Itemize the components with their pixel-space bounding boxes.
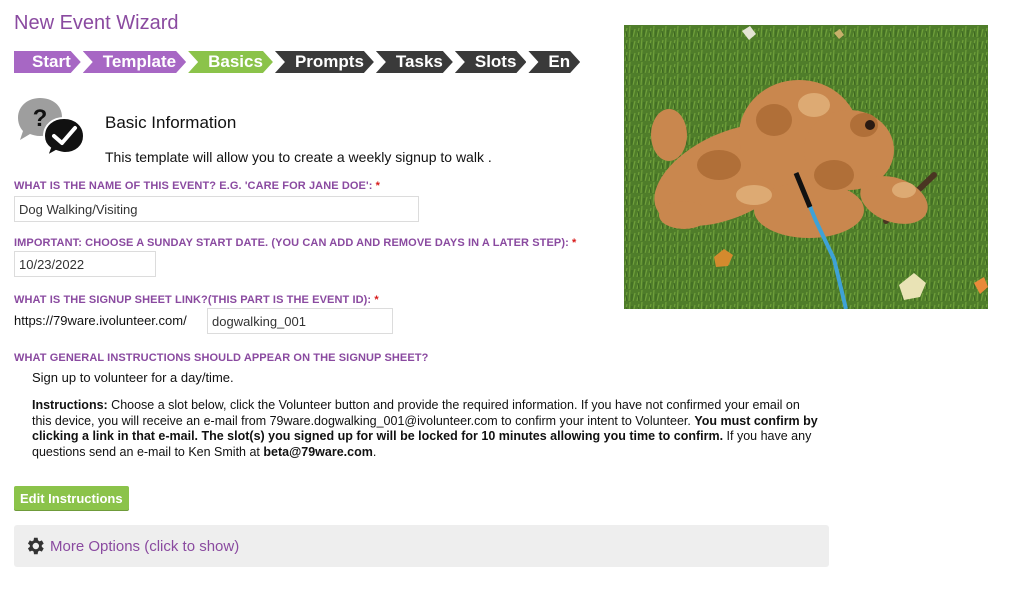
wizard-steps: Start Template Basics Prompts Tasks Slot… bbox=[14, 51, 626, 73]
wizard-step-prompts[interactable]: Prompts bbox=[275, 51, 374, 73]
required-marker: * bbox=[572, 237, 577, 249]
contact-email: beta@79ware.com bbox=[263, 444, 373, 459]
wizard-step-end[interactable]: En bbox=[528, 51, 580, 73]
start-date-input[interactable] bbox=[14, 251, 156, 277]
instructions-summary: Sign up to volunteer for a day/time. bbox=[32, 370, 234, 385]
wizard-step-basics[interactable]: Basics bbox=[188, 51, 273, 73]
event-name-input[interactable] bbox=[14, 196, 419, 222]
dog-photo bbox=[624, 25, 988, 309]
required-marker: * bbox=[374, 294, 379, 306]
event-name-label: WHAT IS THE NAME OF THIS EVENT? E.G. 'CA… bbox=[14, 180, 381, 192]
page-title: New Event Wizard bbox=[14, 12, 179, 34]
question-check-icon: ? bbox=[18, 98, 86, 158]
required-marker: * bbox=[375, 180, 381, 192]
event-id-input[interactable] bbox=[207, 308, 393, 334]
gear-icon bbox=[27, 537, 44, 555]
wizard-step-slots[interactable]: Slots bbox=[455, 51, 527, 73]
wizard-step-tasks[interactable]: Tasks bbox=[376, 51, 453, 73]
signup-link-label: WHAT IS THE SIGNUP SHEET LINK?(THIS PART… bbox=[14, 294, 379, 306]
edit-instructions-button[interactable]: Edit Instructions bbox=[14, 486, 129, 510]
wizard-step-template[interactable]: Template bbox=[83, 51, 186, 73]
more-options-toggle[interactable]: More Options (click to show) bbox=[14, 525, 829, 567]
instructions-body: Instructions: Choose a slot below, click… bbox=[32, 398, 818, 459]
start-date-label: IMPORTANT: CHOOSE A SUNDAY START DATE. (… bbox=[14, 237, 577, 249]
more-options-label: More Options (click to show) bbox=[50, 537, 240, 555]
instructions-label: WHAT GENERAL INSTRUCTIONS SHOULD APPEAR … bbox=[14, 352, 429, 364]
section-title: Basic Information bbox=[105, 113, 237, 132]
wizard-step-start[interactable]: Start bbox=[14, 51, 81, 73]
section-description: This template will allow you to create a… bbox=[105, 149, 492, 165]
signup-link-prefix: https://79ware.ivolunteer.com/ bbox=[14, 313, 187, 328]
